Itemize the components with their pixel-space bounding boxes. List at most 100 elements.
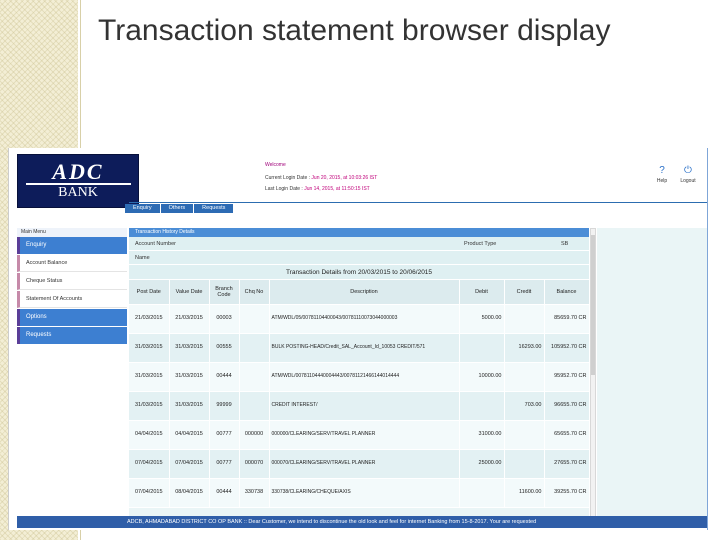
tab-others[interactable]: Others [160,204,195,213]
value-date: 04/04/2015 [169,420,210,450]
table-header-row: Post Date Value Date Branch Code Chq No … [129,280,590,305]
description: ATM/WDL/00781104440004443/00781121466144… [269,362,460,392]
menu-item-account-balance[interactable]: Account Balance [17,255,127,272]
menu-item-requests[interactable]: Requests [17,327,127,344]
table-row: 21/03/2015 21/03/2015 00003 ATM/WDL/05/0… [129,304,590,334]
balance: 39255.70 CR [544,478,590,508]
name-label: Name [135,255,150,261]
col-value-date: Value Date [169,280,210,305]
vertical-scrollbar[interactable] [590,228,596,528]
post-date: 07/04/2015 [129,478,170,508]
debit: 10000.00 [459,362,505,392]
credit [504,362,545,392]
branch-code: 00003 [209,304,240,334]
menu-item-options[interactable]: Options [17,309,127,326]
table-row: 31/03/2015 31/03/2015 00444 ATM/WDL/0078… [129,362,590,392]
last-login-info: Last Login Date : Jun 14, 2015, at 11:50… [265,186,370,192]
table-row: 31/03/2015 31/03/2015 99999 CREDIT INTER… [129,391,590,421]
credit: 16293.00 [504,333,545,363]
debit [459,478,505,508]
debit [459,391,505,421]
help-label: Help [656,178,668,184]
col-description: Description [269,280,460,305]
credit [504,449,545,479]
branch-code: 00555 [209,333,240,363]
panel-title: Transaction History Details [129,228,589,237]
tab-requests[interactable]: Requests [194,204,235,213]
post-date: 31/03/2015 [129,362,170,392]
welcome-text: Welcome [265,162,286,168]
bank-logo: ADC BANK [17,154,139,208]
chq-no [239,304,270,334]
last-login-value: Jun 14, 2015, at 11:50:15 IST [304,186,370,192]
debit: 25000.00 [459,449,505,479]
col-branch-code: Branch Code [209,280,240,305]
name-row: Name [129,251,589,265]
statement-range: Transaction Details from 20/03/2015 to 2… [129,265,589,280]
balance: 85659.70 CR [544,304,590,334]
credit: 11600.00 [504,478,545,508]
balance: 95952.70 CR [544,362,590,392]
chq-no: 000070 [239,449,270,479]
branch-code: 00444 [209,362,240,392]
scrollbar-thumb[interactable] [591,235,595,375]
post-date: 07/04/2015 [129,449,170,479]
balance: 105952.70 CR [544,333,590,363]
help-button[interactable]: ? Help [649,165,675,185]
logout-icon: ⏻ [684,165,692,176]
description: 000000/CLEARING/SERV/TRAVEL PLANNER [269,420,460,450]
credit: 703.00 [504,391,545,421]
value-date: 21/03/2015 [169,304,210,334]
description: CREDIT INTEREST/ [269,391,460,421]
branch-code: 00777 [209,449,240,479]
debit: 5000.00 [459,304,505,334]
product-type-value: SB [561,241,569,247]
menu-item-enquiry[interactable]: Enquiry [17,237,127,254]
table-row: 04/04/2015 04/04/2015 00777 000000 00000… [129,420,590,450]
logout-button[interactable]: ⏻ Logout [675,165,701,185]
value-date: 31/03/2015 [169,362,210,392]
chq-no [239,333,270,363]
description: 000070/CLEARING/SERV/TRAVEL PLANNER [269,449,460,479]
branch-code: 99999 [209,391,240,421]
chq-no [239,391,270,421]
description: BULK POSTING-HEAD/Credit_SAL_Account_Id_… [269,333,460,363]
table-row: 31/03/2015 31/03/2015 00555 BULK POSTING… [129,333,590,363]
branch-code: 00777 [209,420,240,450]
debit: 31000.00 [459,420,505,450]
current-login-info: Current Login Date : Jun 20, 2015, at 10… [265,175,378,181]
account-number-label: Account Number [135,241,176,247]
value-date: 07/04/2015 [169,449,210,479]
table-row: 07/04/2015 07/04/2015 00777 000070 00007… [129,449,590,479]
menu-title: Main Menu [17,228,127,237]
value-date: 08/04/2015 [169,478,210,508]
balance: 27655.70 CR [544,449,590,479]
chq-no: 000000 [239,420,270,450]
col-credit: Credit [504,280,545,305]
post-date: 04/04/2015 [129,420,170,450]
post-date: 21/03/2015 [129,304,170,334]
product-type-label: Product Type [464,241,497,247]
notice-ticker: ADCB, AHMADABAD DISTRICT CO OP BANK :: D… [17,516,707,528]
help-icon: ? [659,165,665,176]
bank-logo-subtext: BANK [58,185,98,200]
branch-code: 00444 [209,478,240,508]
transaction-table: Post Date Value Date Branch Code Chq No … [129,280,590,508]
debit [459,333,505,363]
value-date: 31/03/2015 [169,333,210,363]
value-date: 31/03/2015 [169,391,210,421]
top-navigation: Enquiry Others Requests [125,204,235,213]
balance: 65655.70 CR [544,420,590,450]
tab-enquiry[interactable]: Enquiry [125,204,161,213]
browser-edge [707,148,708,530]
logout-label: Logout [680,178,696,184]
menu-item-cheque-status[interactable]: Cheque Status [17,273,127,290]
col-debit: Debit [459,280,505,305]
col-chq-no: Chq No [239,280,270,305]
description: ATM/WDL/05/00781104400043/00781110073044… [269,304,460,334]
menu-item-statement-of-accounts[interactable]: Statement Of Accounts [17,291,127,308]
chq-no [239,362,270,392]
right-pane [597,228,708,528]
credit [504,420,545,450]
balance: 96655.70 CR [544,391,590,421]
